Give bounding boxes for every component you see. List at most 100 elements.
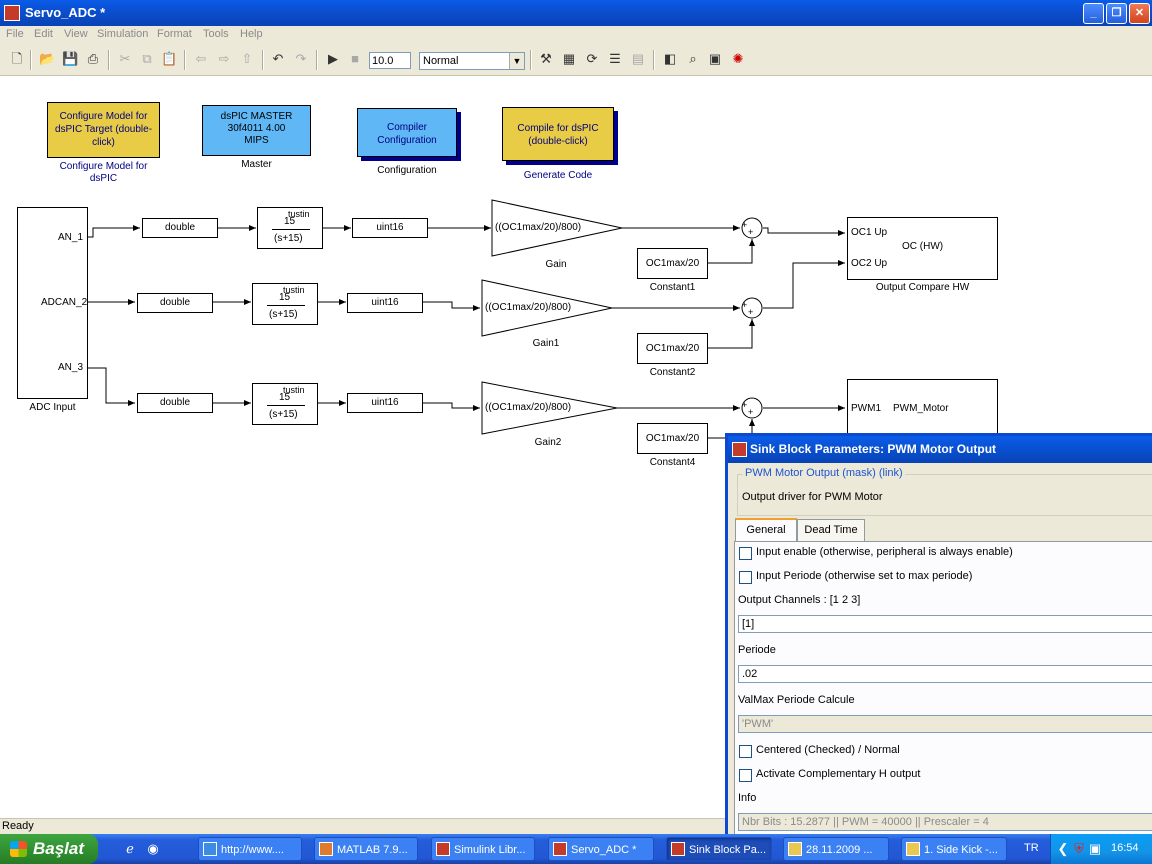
gain-expression-1: ((OC1max/20)/800) xyxy=(495,222,582,233)
task-matlab[interactable]: MATLAB 7.9... xyxy=(314,837,418,861)
cut-icon[interactable]: ✂ xyxy=(117,51,133,67)
periode-field[interactable]: .02 xyxy=(738,665,1152,683)
valmax-field: 'PWM' xyxy=(738,715,1152,733)
tab-general[interactable]: General xyxy=(735,518,797,542)
input-enable-checkbox[interactable] xyxy=(739,547,752,560)
gain1-caption: Gain1 xyxy=(532,338,560,349)
mask-legend: PWM Motor Output (mask) (link) xyxy=(743,467,905,479)
library-browser-icon[interactable]: ☰ xyxy=(607,51,623,67)
periode-label: Periode xyxy=(738,644,776,656)
sum-sign-b: + xyxy=(748,227,754,237)
compiler-configuration-block[interactable]: Compiler Configuration xyxy=(357,108,457,157)
double-conversion-block-3[interactable]: double xyxy=(137,393,213,413)
task-browser[interactable]: http://www.... xyxy=(198,837,302,861)
close-button[interactable]: ✕ xyxy=(1129,3,1150,24)
up-arrow-icon[interactable]: ⇧ xyxy=(239,51,255,67)
update-diagram-icon[interactable]: ▦ xyxy=(561,51,577,67)
forward-arrow-icon[interactable]: ⇨ xyxy=(216,51,232,67)
clock: 16:54 xyxy=(1111,842,1139,854)
sum-sign-a: + xyxy=(742,220,748,230)
undo-icon[interactable]: ↶ xyxy=(270,51,286,67)
back-arrow-icon[interactable]: ⇦ xyxy=(193,51,209,67)
info-label: Info xyxy=(738,792,757,804)
output-channels-field[interactable]: [1] xyxy=(738,615,1152,633)
transfer-fcn-block-1[interactable]: tustin 15 (s+15) xyxy=(257,207,323,249)
debugger-icon[interactable]: ▣ xyxy=(707,51,723,67)
menu-view[interactable]: View xyxy=(64,28,88,40)
dspic-master-block[interactable]: dsPIC MASTER 30f4011 4.00 MIPS xyxy=(202,105,311,156)
menu-tools[interactable]: Tools xyxy=(203,28,229,40)
stop-simulation-icon[interactable]: ■ xyxy=(347,51,363,67)
internet-explorer-icon[interactable]: ℯ xyxy=(122,841,138,857)
info-field: Nbr Bits : 15.2877 || PWM = 40000 || Pre… xyxy=(738,813,1152,831)
model-browser-icon[interactable]: ▤ xyxy=(630,51,646,67)
show-hidden-icons-icon[interactable]: ❮ xyxy=(1055,841,1071,857)
redo-icon[interactable]: ↷ xyxy=(293,51,309,67)
model-explorer-icon[interactable]: ⌕ xyxy=(685,51,701,67)
configuration-caption: Configuration xyxy=(377,165,437,176)
menu-edit[interactable]: Edit xyxy=(34,28,53,40)
copy-icon[interactable]: ⧉ xyxy=(139,51,155,67)
menu-simulation[interactable]: Simulation xyxy=(97,28,148,40)
dialog-title: Sink Block Parameters: PWM Motor Output xyxy=(750,442,997,456)
quicklaunch-icon[interactable]: ◉ xyxy=(145,841,161,857)
paste-icon[interactable]: 📋 xyxy=(161,51,177,67)
dropdown-arrow-icon[interactable]: ▼ xyxy=(509,53,524,69)
menu-help[interactable]: Help xyxy=(240,28,263,40)
windows-logo-icon xyxy=(10,841,27,857)
restore-button[interactable]: ❐ xyxy=(1106,3,1127,24)
refresh-icon[interactable]: ⟳ xyxy=(584,51,600,67)
minimize-button[interactable]: _ xyxy=(1083,3,1104,24)
uint16-conversion-block-2[interactable]: uint16 xyxy=(347,293,423,313)
status-text: Ready xyxy=(2,820,34,832)
security-shield-icon[interactable]: ⛨ xyxy=(1071,841,1087,857)
title-bar: Servo_ADC * _ ❐ ✕ xyxy=(0,0,1152,26)
simulation-mode-value: Normal xyxy=(423,55,459,67)
network-icon[interactable]: ▣ xyxy=(1087,841,1103,857)
compile-dspic-block[interactable]: Compile for dsPIC (double-click) xyxy=(502,107,614,161)
new-model-icon[interactable]: 🗋 xyxy=(9,51,25,67)
save-icon[interactable]: 💾 xyxy=(62,51,78,67)
double-conversion-block-2[interactable]: double xyxy=(137,293,213,313)
build-icon[interactable]: ⚒ xyxy=(538,51,554,67)
simulation-mode-select[interactable]: Normal ▼ xyxy=(419,52,525,70)
stop-time-input[interactable]: 10.0 xyxy=(369,52,411,69)
open-folder-icon[interactable]: 📂 xyxy=(39,51,55,67)
language-indicator[interactable]: TR xyxy=(1024,842,1039,854)
output-compare-block[interactable]: OC1 Up OC (HW) OC2 Up xyxy=(847,217,998,280)
toggle-model-icon[interactable]: ◧ xyxy=(662,51,678,67)
start-simulation-icon[interactable]: ▶ xyxy=(325,51,341,67)
centered-checkbox[interactable] xyxy=(739,745,752,758)
uint16-conversion-block-3[interactable]: uint16 xyxy=(347,393,423,413)
output-channels-label: Output Channels : [1 2 3] xyxy=(738,594,861,606)
double-conversion-block-1[interactable]: double xyxy=(142,218,218,238)
start-button[interactable]: Başlat xyxy=(0,834,98,864)
constant1-block[interactable]: OC1max/20 xyxy=(637,248,708,279)
simulink-app-icon xyxy=(732,442,747,457)
gain-expression-2: ((OC1max/20)/800) xyxy=(485,302,572,313)
complementary-output-checkbox[interactable] xyxy=(739,769,752,782)
transfer-fcn-block-3[interactable]: tustin 15 (s+15) xyxy=(252,383,318,425)
constant4-block[interactable]: OC1max/20 xyxy=(637,423,708,454)
task-folder[interactable]: 28.11.2009 ... xyxy=(783,837,889,861)
task-side-kick[interactable]: 1. Side Kick -... xyxy=(901,837,1007,861)
task-sink-block-params[interactable]: Sink Block Pa... xyxy=(666,837,772,861)
tab-dead-time[interactable]: Dead Time xyxy=(797,519,865,541)
transfer-fcn-block-2[interactable]: tustin 15 (s+15) xyxy=(252,283,318,325)
simulink-app-icon[interactable] xyxy=(4,5,20,21)
menu-format[interactable]: Format xyxy=(157,28,192,40)
pwm-motor-block[interactable]: PWM1 PWM_Motor xyxy=(847,379,998,439)
uint16-conversion-block-1[interactable]: uint16 xyxy=(352,218,428,238)
print-icon[interactable]: ⎙ xyxy=(85,51,101,67)
input-periode-checkbox[interactable] xyxy=(739,571,752,584)
block-parameters-dialog: Sink Block Parameters: PWM Motor Output … xyxy=(725,433,1152,843)
gain-expression-3: ((OC1max/20)/800) xyxy=(485,402,572,413)
model-advisor-icon[interactable]: ✺ xyxy=(730,51,746,67)
dialog-title-bar[interactable]: Sink Block Parameters: PWM Motor Output xyxy=(728,436,1152,463)
menu-file[interactable]: File xyxy=(6,28,24,40)
constant2-block[interactable]: OC1max/20 xyxy=(637,333,708,364)
configure-model-block[interactable]: Configure Model for dsPIC Target (double… xyxy=(47,102,160,158)
task-servo-adc[interactable]: Servo_ADC * xyxy=(548,837,654,861)
menu-bar: File Edit View Simulation Format Tools H… xyxy=(0,26,1152,45)
task-simulink-library[interactable]: Simulink Libr... xyxy=(431,837,535,861)
